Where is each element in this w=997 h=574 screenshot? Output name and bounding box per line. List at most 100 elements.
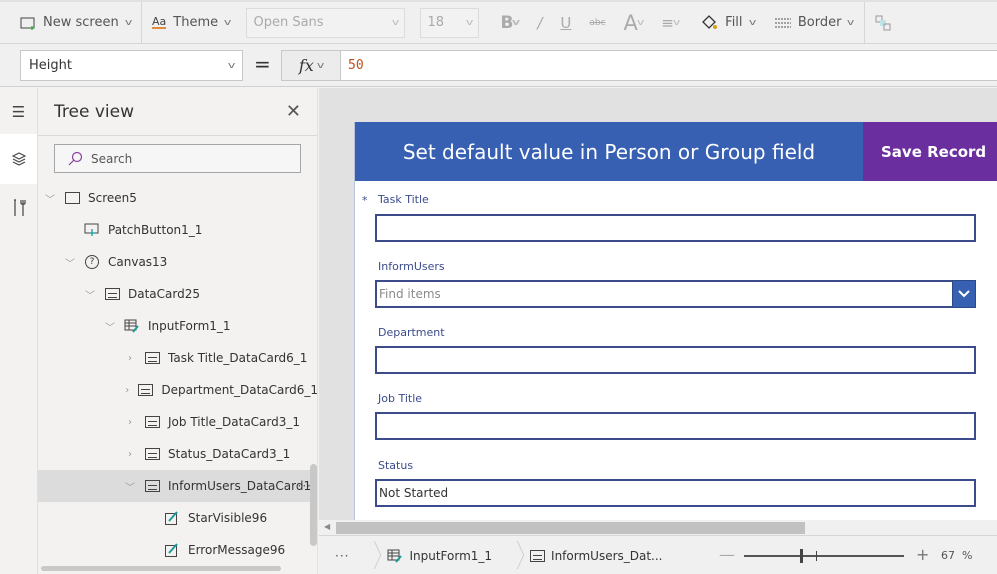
tree-view-title: Tree view <box>54 101 134 122</box>
department-label: Department <box>378 326 445 339</box>
chevron-right-icon[interactable]: › <box>124 417 136 428</box>
informusers-placeholder: Find items <box>379 287 441 301</box>
property-value: Height <box>29 58 72 73</box>
chevron-down-icon: v <box>466 17 474 28</box>
underline-button[interactable]: U <box>551 14 580 32</box>
edit-icon <box>164 511 180 525</box>
menu-button[interactable]: ☰ <box>0 88 37 136</box>
theme-icon: Aa <box>152 15 167 29</box>
chevron-down-icon[interactable]: ﹀ <box>44 191 56 206</box>
search-icon <box>68 151 83 165</box>
tools-tab[interactable] <box>0 184 37 232</box>
tree-horizontal-scrollbar[interactable] <box>41 566 281 571</box>
breadcrumb-informusers[interactable]: InformUsers_Dat... <box>516 537 676 574</box>
department-input[interactable] <box>375 346 976 374</box>
chevron-right-icon[interactable]: › <box>124 449 136 460</box>
form-icon <box>124 319 140 333</box>
chevron-down-icon: v <box>672 17 681 28</box>
chevron-down-icon: v <box>227 60 236 71</box>
tree-item-job-title-datacard[interactable]: › Job Title_DataCard3_1 <box>38 406 317 438</box>
strikethrough-icon: abc <box>589 17 606 28</box>
task-title-input[interactable] <box>375 214 976 242</box>
tree-view-tab[interactable] <box>0 134 37 184</box>
chevron-right-icon[interactable]: › <box>124 353 136 364</box>
datacard-icon <box>138 383 154 397</box>
tree-item-task-title-datacard[interactable]: › Task Title_DataCard6_1 <box>38 342 317 374</box>
reorder-button[interactable] <box>865 2 901 43</box>
equals-sign: = <box>254 52 271 76</box>
tree-item-status-datacard[interactable]: › Status_DataCard3_1 <box>38 438 317 470</box>
chevron-right-icon[interactable]: › <box>124 385 130 396</box>
tree-item-patchbutton[interactable]: PatchButton1_1 <box>38 214 317 246</box>
tree-item-informusers-datacard[interactable]: ﹀ InformUsers_DataCard1 ··· <box>38 470 317 502</box>
chevron-down-icon[interactable]: ﹀ <box>104 319 116 334</box>
breadcrumb-label: InformUsers_Dat... <box>551 548 663 563</box>
fx-button[interactable]: fx v <box>281 50 341 81</box>
border-icon <box>774 18 791 27</box>
zoom-out-button[interactable]: — <box>719 545 735 564</box>
save-record-button[interactable]: Save Record <box>863 122 997 181</box>
font-color-button[interactable]: Av <box>615 11 653 35</box>
tree-item-label: Task Title_DataCard6_1 <box>168 351 308 365</box>
theme-button[interactable]: Aa Theme v <box>142 2 240 43</box>
italic-icon: / <box>537 13 543 32</box>
font-family-select[interactable]: Open Sans v <box>246 7 406 38</box>
zoom-percent-value: 67 <box>941 549 955 562</box>
tree-item-datacard25[interactable]: ﹀ DataCard25 <box>38 278 317 310</box>
app-screen: Set default value in Person or Group fie… <box>354 122 997 520</box>
new-screen-label: New screen <box>43 15 119 30</box>
informusers-combobox[interactable]: Find items <box>375 280 976 308</box>
tree-vertical-scrollbar[interactable] <box>310 464 317 546</box>
tree-item-screen5[interactable]: ﹀ Screen5 <box>38 182 317 214</box>
tree-item-canvas13[interactable]: ﹀ ? Canvas13 <box>38 246 317 278</box>
chevron-down-icon[interactable] <box>952 280 976 308</box>
tools-icon <box>13 199 26 216</box>
tree-search-input[interactable]: Search <box>54 144 301 173</box>
required-star: * <box>362 194 368 207</box>
chevron-down-icon: v <box>636 17 645 28</box>
tree-item-starvisible[interactable]: StarVisible96 <box>38 502 317 534</box>
zoom-slider[interactable] <box>744 549 904 563</box>
tree-item-errormessage[interactable]: ErrorMessage96 <box>38 534 317 566</box>
theme-label: Theme <box>173 15 219 30</box>
job-title-input[interactable] <box>375 412 976 440</box>
chevron-down-icon: v <box>392 17 400 28</box>
design-canvas: Set default value in Person or Group fie… <box>319 88 997 520</box>
italic-button[interactable]: / <box>528 14 551 32</box>
close-icon[interactable]: ✕ <box>286 101 301 122</box>
edit-icon <box>164 543 180 557</box>
strikethrough-button[interactable]: abc <box>580 18 614 28</box>
tree-list: ﹀ Screen5 PatchButton1_1 ﹀ ? Canvas13 ﹀ … <box>38 182 317 566</box>
form-icon <box>387 549 403 563</box>
bold-button[interactable]: Bv <box>491 13 528 33</box>
formula-input[interactable]: 50 <box>340 50 997 81</box>
zoom-in-button[interactable]: + <box>916 545 929 564</box>
chevron-down-icon[interactable]: ﹀ <box>124 479 136 494</box>
breadcrumb-more[interactable]: ··· <box>319 537 363 574</box>
new-screen-button[interactable]: New screen v <box>0 2 141 43</box>
canvas-horizontal-scrollbar[interactable]: ◀ <box>319 520 997 536</box>
font-size-select[interactable]: 18 v <box>420 7 480 38</box>
breadcrumb-inputform[interactable]: InputForm1_1 <box>373 537 506 574</box>
property-select[interactable]: Height v <box>20 50 243 81</box>
tree-view-panel: Tree view ✕ Search ﹀ Screen5 PatchButton… <box>38 88 318 574</box>
tree-item-inputform[interactable]: ﹀ InputForm1_1 <box>38 310 317 342</box>
zoom-slider-thumb[interactable] <box>800 549 803 563</box>
align-button[interactable]: ≡ v <box>652 14 688 32</box>
canvas-icon: ? <box>84 255 100 269</box>
zoom-percent-unit: % <box>962 549 973 562</box>
border-button[interactable]: Border v <box>765 2 864 43</box>
reorder-icon <box>875 15 891 30</box>
chevron-down-icon[interactable]: ﹀ <box>84 287 96 302</box>
tree-view-header: Tree view ✕ <box>38 88 317 136</box>
chevron-down-icon[interactable]: ﹀ <box>64 255 76 270</box>
screen-icon <box>64 191 80 205</box>
tree-item-department-datacard[interactable]: › Department_DataCard6_1 <box>38 374 317 406</box>
fill-button[interactable]: Fill v <box>688 2 765 43</box>
task-title-label: Task Title <box>378 193 429 206</box>
job-title-label: Job Title <box>378 392 423 405</box>
font-color-icon: A <box>623 10 638 35</box>
scrollbar-thumb[interactable] <box>336 522 805 534</box>
status-input[interactable]: Not Started <box>375 479 976 507</box>
scroll-left-icon[interactable]: ◀ <box>324 522 330 531</box>
